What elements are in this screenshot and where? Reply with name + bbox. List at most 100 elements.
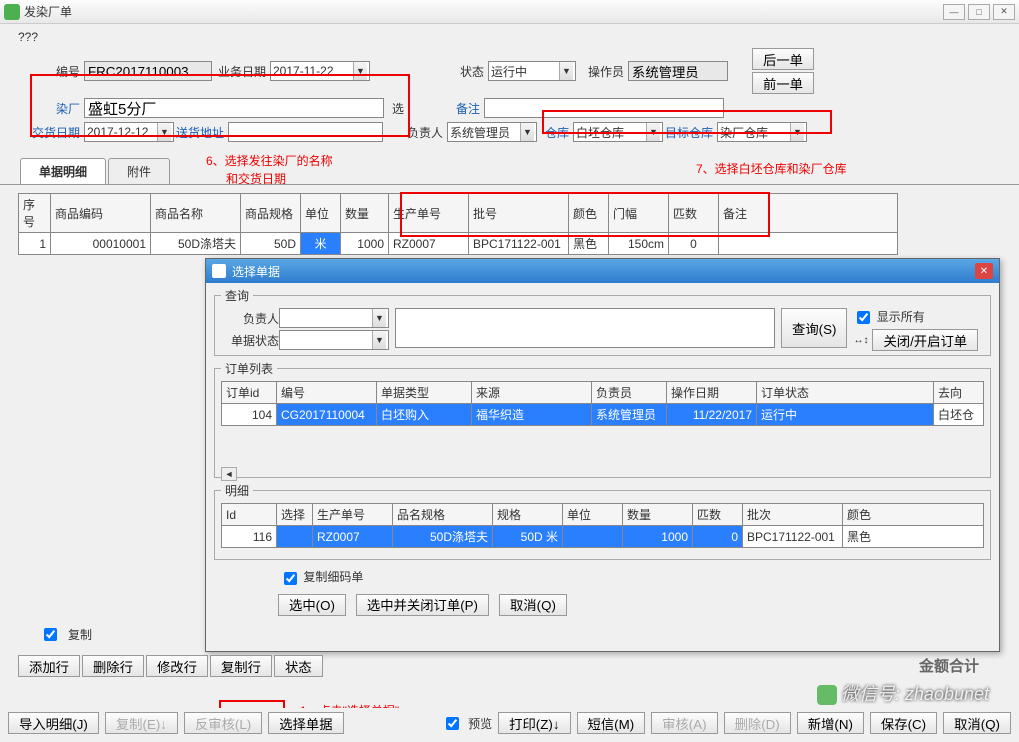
- beizhu-input[interactable]: [484, 98, 724, 118]
- operator-field: [628, 61, 728, 81]
- query-fieldset: 查询 负责人 ▼ 单据状态 ▼ 查询(S) 显示所有 ↔↕关闭/开启订单: [214, 287, 991, 356]
- bianhao-field[interactable]: [84, 61, 212, 81]
- ranchang-label: 染厂: [26, 100, 84, 117]
- annotation-6b: 和交货日期: [226, 170, 286, 187]
- modrow-button[interactable]: 修改行: [146, 655, 208, 677]
- col-unit: 单位: [301, 194, 341, 233]
- show-all-checkbox[interactable]: [857, 311, 870, 324]
- new-button[interactable]: 新增(N): [797, 712, 864, 734]
- bottom-toolbar: 导入明细(J) 复制(E)↓ 反审核(L) 选择单据 预览 打印(Z)↓ 短信(…: [0, 708, 1019, 738]
- select-button[interactable]: 选中(O): [278, 594, 346, 616]
- detail-fieldset: 明细 Id 选择 生产单号 品名规格 规格 单位 数量 匹数 批次 颜色 116…: [214, 482, 991, 560]
- ranchang-input[interactable]: [84, 98, 384, 118]
- chevron-down-icon: ▼: [646, 123, 660, 141]
- order-row[interactable]: 104 CG2017110004 白坯购入 福华织造 系统管理员 11/22/2…: [222, 404, 984, 426]
- minimize-button[interactable]: —: [943, 4, 965, 20]
- query-button[interactable]: 查询(S): [781, 308, 847, 348]
- operator-label: 操作员: [576, 63, 628, 80]
- tab-attachment[interactable]: 附件: [108, 158, 170, 184]
- ck-select[interactable]: 白坯仓库▼: [573, 122, 663, 142]
- sms-button[interactable]: 短信(M): [577, 712, 646, 734]
- copyrow-button[interactable]: 复制行: [210, 655, 272, 677]
- col-batch: 批号: [469, 194, 569, 233]
- ck-label: 仓库: [537, 124, 573, 141]
- chevron-down-icon: ▼: [372, 309, 386, 327]
- detail-row[interactable]: 116 RZ0007 50D涤塔夫 50D 米 1000 0 BPC171122…: [222, 526, 984, 548]
- close-button[interactable]: ✕: [993, 4, 1015, 20]
- copy-checkbox[interactable]: [44, 628, 57, 641]
- copy-ximadan-checkbox[interactable]: [284, 572, 297, 585]
- next-doc-button[interactable]: 后一单: [752, 48, 814, 70]
- maximize-button[interactable]: □: [968, 4, 990, 20]
- ywriqi-label: 业务日期: [212, 63, 270, 80]
- mbck-label: 目标仓库: [663, 124, 717, 141]
- dialog-close-button[interactable]: ✕: [975, 263, 993, 279]
- select-close-button[interactable]: 选中并关闭订单(P): [356, 594, 489, 616]
- state-button[interactable]: 状态: [274, 655, 323, 677]
- dlg-djzt-label: 单据状态: [221, 332, 279, 349]
- col-color: 颜色: [569, 194, 609, 233]
- annotation-6a: 6、选择发往染厂的名称: [206, 152, 333, 169]
- detail-grid[interactable]: 序号 商品编码 商品名称 商品规格 单位 数量 生产单号 批号 颜色 门幅 匹数…: [18, 193, 898, 255]
- dialog-title: 选择单据: [232, 263, 280, 280]
- select-doc-button[interactable]: 选择单据: [268, 712, 343, 734]
- col-qty: 数量: [341, 194, 389, 233]
- prev-doc-button[interactable]: 前一单: [752, 72, 814, 94]
- order-list-grid[interactable]: 订单id 编号 单据类型 来源 负责员 操作日期 订单状态 去向 104 CG2…: [221, 381, 984, 426]
- ywriqi-date[interactable]: 2017-11-22▼: [270, 61, 370, 81]
- save-button[interactable]: 保存(C): [870, 712, 937, 734]
- jhrq-label: 交货日期: [26, 124, 84, 141]
- select-doc-dialog: 选择单据 ✕ 查询 负责人 ▼ 单据状态 ▼ 查询(S) 显示所有 ↔↕关闭/开…: [205, 258, 1000, 652]
- addrow-button[interactable]: 添加行: [18, 655, 80, 677]
- query-legend: 查询: [221, 287, 253, 304]
- shdz-label: 送货地址: [174, 124, 228, 141]
- chevron-down-icon: ▼: [353, 62, 367, 80]
- dlg-search-input[interactable]: [395, 308, 775, 348]
- window-titlebar: 发染厂单 — □ ✕: [0, 0, 1019, 24]
- copy2-button: 复制(E)↓: [105, 712, 178, 734]
- print-button[interactable]: 打印(Z)↓: [498, 712, 570, 734]
- detail-grid2[interactable]: Id 选择 生产单号 品名规格 规格 单位 数量 匹数 批次 颜色 116 RZ…: [221, 503, 984, 548]
- delrow-button[interactable]: 删除行: [82, 655, 144, 677]
- delete-button: 删除(D): [724, 712, 791, 734]
- scroll-left-icon[interactable]: ◄: [221, 467, 237, 481]
- col-name: 商品名称: [151, 194, 241, 233]
- fzr-label: 负责人: [397, 124, 447, 141]
- watermark: 微信号: zhaobunet: [817, 680, 989, 706]
- tab-detail[interactable]: 单据明细: [20, 158, 106, 184]
- mbck-select[interactable]: 染厂仓库▼: [717, 122, 807, 142]
- fzr-select[interactable]: 系统管理员▼: [447, 122, 537, 142]
- col-code: 商品编码: [51, 194, 151, 233]
- status-select[interactable]: 运行中▼: [488, 61, 576, 81]
- orderlist-legend: 订单列表: [221, 360, 277, 377]
- cancel2-button[interactable]: 取消(Q): [943, 712, 1011, 734]
- preview-checkbox[interactable]: [446, 717, 459, 730]
- chevron-down-icon: ▼: [559, 62, 573, 80]
- import-button[interactable]: 导入明细(J): [8, 712, 99, 734]
- wechat-icon: [817, 685, 837, 705]
- chevron-down-icon: ▼: [790, 123, 804, 141]
- chevron-down-icon: ▼: [157, 123, 171, 141]
- dialog-titlebar: 选择单据 ✕: [206, 259, 999, 283]
- beizhu-label: 备注: [426, 100, 484, 117]
- col-spec: 商品规格: [241, 194, 301, 233]
- annotation-7: 7、选择白坯仓库和染厂仓库: [696, 160, 847, 177]
- chevron-down-icon: ▼: [520, 123, 534, 141]
- col-pis: 匹数: [669, 194, 719, 233]
- dlg-fzr-label: 负责人: [221, 310, 279, 327]
- question-marks: ???: [18, 30, 1007, 44]
- dlg-fzr-select[interactable]: ▼: [279, 308, 389, 328]
- grid-row[interactable]: 1 00010001 50D涤塔夫 50D 米 1000 RZ0007 BPC1…: [19, 233, 898, 255]
- bianhao-label: 编号: [26, 63, 84, 80]
- jhrq-date[interactable]: 2017-12-12▼: [84, 122, 174, 142]
- detail-legend: 明细: [221, 482, 253, 499]
- col-seq: 序号: [19, 194, 51, 233]
- toggle-order-button[interactable]: 关闭/开启订单: [872, 329, 978, 351]
- shdz-input[interactable]: [228, 122, 383, 142]
- col-remark: 备注: [719, 194, 898, 233]
- cancel-button[interactable]: 取消(Q): [499, 594, 567, 616]
- xuan-link[interactable]: 选: [384, 100, 412, 117]
- col-prod: 生产单号: [389, 194, 469, 233]
- dlg-djzt-select[interactable]: ▼: [279, 330, 389, 350]
- status-label: 状态: [430, 63, 488, 80]
